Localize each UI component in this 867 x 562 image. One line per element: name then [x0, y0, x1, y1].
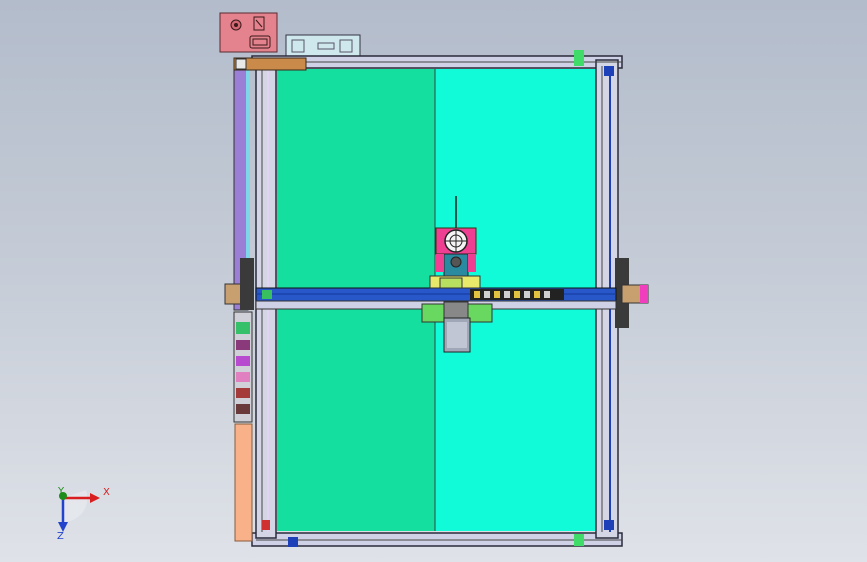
coordinate-triad-icon: [58, 490, 100, 532]
axis-z-label: Z: [57, 531, 64, 542]
axis-x-label: X: [103, 487, 110, 498]
axis-y-label: Y: [58, 486, 65, 497]
control-box: [219, 12, 278, 53]
power-supply-box: [285, 34, 361, 58]
belt-chain: [470, 289, 564, 300]
bottom-left-block: [234, 423, 253, 542]
cad-viewport[interactable]: X Y Z: [0, 0, 867, 562]
xy-gantry-model-top-view[interactable]: [0, 0, 867, 562]
